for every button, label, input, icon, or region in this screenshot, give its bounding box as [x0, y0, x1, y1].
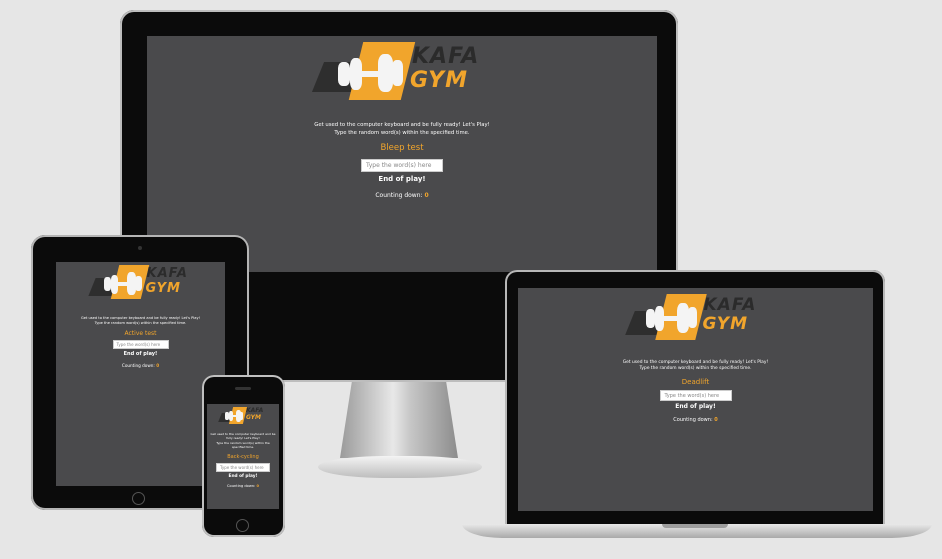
test-title: Deadlift — [681, 377, 710, 386]
countdown-label: Counting down: — [375, 192, 423, 200]
phone-home-button[interactable] — [236, 519, 249, 532]
kafa-gym-logo: KAFA GYM — [87, 264, 193, 302]
logo-kafa: KAFA — [412, 44, 480, 69]
intro-line-2: Type the random word(s) within the speci… — [334, 129, 470, 136]
kafa-gym-logo: KAFA GYM — [218, 406, 267, 426]
intro-text: Get used to the computer keyboard and be… — [80, 316, 201, 326]
tablet-home-button[interactable] — [132, 492, 145, 505]
desktop-monitor-stand-base — [318, 456, 482, 478]
intro-text: Get used to the computer keyboard and be… — [210, 432, 276, 450]
end-of-play-label: End of play! — [675, 402, 716, 410]
phone-screen: KAFA GYM Get used to the computer keyboa… — [207, 404, 279, 509]
word-input[interactable]: Type the word(s) here — [659, 389, 732, 401]
intro-text: Get used to the computer keyboard and be… — [622, 360, 769, 372]
phone-speaker — [235, 387, 251, 390]
countdown: Counting down: 0 — [227, 484, 259, 489]
countdown-value: 0 — [424, 192, 429, 200]
laptop-screen: KAFA GYM Get used to the computer keyboa… — [518, 288, 873, 511]
test-title: Bleep test — [380, 143, 424, 154]
countdown: Counting down: 0 — [121, 363, 160, 369]
word-input[interactable]: Type the word(s) here — [361, 159, 443, 173]
laptop-trackpad-notch — [662, 524, 728, 528]
tablet-screen: KAFA GYM Get used to the computer keyboa… — [56, 262, 225, 486]
word-input[interactable]: Type the word(s) here — [112, 340, 169, 350]
logo-gym: GYM — [410, 68, 468, 93]
kafa-gym-logo: KAFA GYM — [311, 40, 492, 102]
desktop-monitor-stand-neck — [340, 382, 458, 458]
countdown: Counting down: 0 — [147, 192, 657, 199]
test-title: Back-cycling — [227, 454, 259, 461]
test-title: Active test — [124, 330, 157, 338]
end-of-play-label: End of play! — [123, 351, 158, 358]
countdown: Counting down: 0 — [673, 416, 718, 423]
kafa-gym-logo: KAFA GYM — [624, 292, 766, 342]
dumbbell-icon — [338, 62, 350, 86]
dumbbell-icon — [103, 277, 111, 291]
end-of-play-label: End of play! — [378, 175, 426, 184]
intro-line-1: Get used to the computer keyboard and be… — [314, 122, 490, 128]
end-of-play-label: End of play! — [228, 474, 258, 480]
tablet-camera — [138, 246, 142, 250]
word-input[interactable]: Type the word(s) here — [216, 463, 270, 473]
intro-text: Get used to the computer keyboard and be… — [147, 122, 657, 137]
dumbbell-icon — [645, 309, 655, 328]
